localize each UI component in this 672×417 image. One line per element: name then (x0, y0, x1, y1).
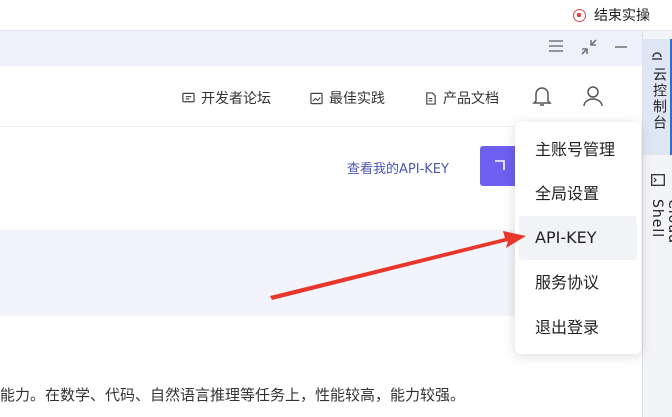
user-icon[interactable] (582, 84, 604, 112)
model-description: 能力。在数学、代码、自然语言推理等任务上，性能较高，能力较强。 (0, 386, 466, 404)
bell-icon[interactable] (531, 84, 553, 112)
menu-icon[interactable] (546, 38, 566, 58)
nav-best-practice-label: 最佳实践 (329, 91, 385, 107)
action-icon (495, 160, 505, 170)
collapse-icon[interactable] (579, 38, 599, 58)
nav-forum-label: 开发者论坛 (201, 91, 271, 107)
menu-item-api-key[interactable]: API-KEY (519, 216, 637, 260)
nav-best-practice-link[interactable]: 最佳实践 (310, 88, 385, 108)
side-rail: 云控制台 Cloud Shell (642, 31, 672, 417)
user-dropdown-menu: 主账号管理 全局设置 API-KEY 服务协议 退出登录 (515, 122, 641, 354)
view-apikey-link[interactable]: 查看我的API-KEY (347, 158, 449, 177)
minimize-icon[interactable] (611, 38, 631, 58)
menu-item-service-agreement[interactable]: 服务协议 (519, 261, 637, 305)
stop-practice-label: 结束实操 (594, 8, 650, 24)
header-nav: 开发者论坛 最佳实践 产品文档 (0, 66, 642, 127)
nav-docs-label: 产品文档 (443, 91, 499, 107)
stop-practice-button[interactable]: 结束实操 (573, 5, 650, 25)
stop-icon (573, 8, 586, 22)
rail-tab-cloud-shell[interactable]: Cloud Shell (643, 163, 672, 283)
console-icon (650, 47, 664, 66)
menu-item-logout[interactable]: 退出登录 (519, 306, 637, 350)
nav-forum-link[interactable]: 开发者论坛 (182, 88, 271, 108)
menu-item-account-management[interactable]: 主账号管理 (519, 128, 637, 172)
image-icon (310, 92, 323, 104)
create-button[interactable] (480, 146, 520, 186)
rail-tab-console[interactable]: 云控制台 (643, 39, 672, 155)
cloud-shell-label: Cloud Shell (649, 199, 672, 244)
menu-item-global-settings[interactable]: 全局设置 (519, 172, 637, 216)
console-label: 云控制台 (651, 67, 667, 131)
terminal-icon (651, 171, 665, 190)
document-icon (426, 91, 436, 105)
forum-icon (182, 92, 195, 102)
system-bar: 结束实操 (0, 0, 672, 31)
nav-docs-link[interactable]: 产品文档 (424, 88, 499, 108)
window-toolbar (0, 31, 642, 66)
content-banner (0, 230, 560, 316)
